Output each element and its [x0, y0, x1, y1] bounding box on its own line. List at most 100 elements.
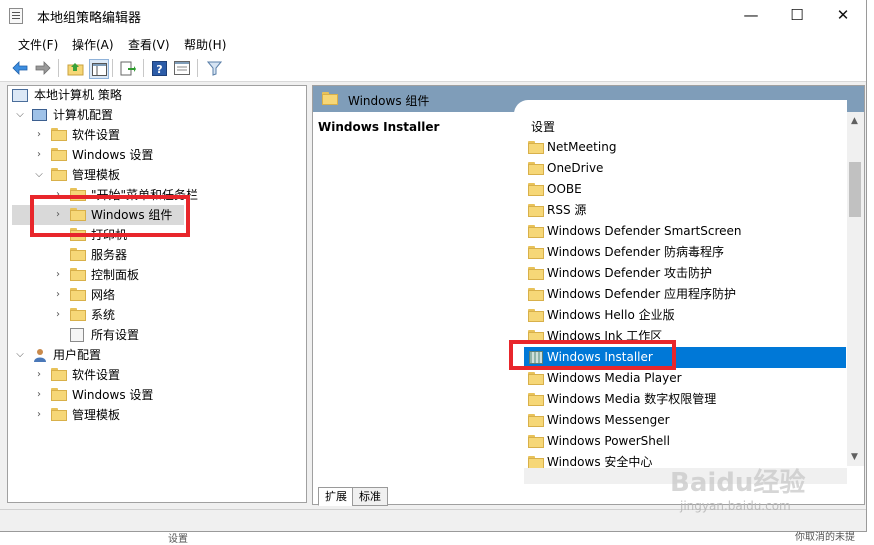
folder-icon [322, 92, 338, 105]
settings-item-label: Windows PowerShell [547, 434, 670, 448]
folder-icon [51, 368, 67, 381]
tree-label: 网络 [91, 288, 116, 302]
computer-policy-icon [12, 89, 28, 102]
settings-list-item[interactable]: Windows Media Player [524, 368, 846, 389]
settings-item-label: Windows Defender SmartScreen [547, 224, 742, 238]
settings-list-item[interactable]: Windows Defender 攻击防护 [524, 263, 846, 284]
folder-up-icon[interactable] [66, 59, 84, 77]
folder-icon [70, 268, 86, 281]
settings-item-label: OneDrive [547, 161, 604, 175]
settings-column-header[interactable]: 设置 [531, 118, 555, 135]
folder-icon [70, 308, 86, 321]
scrollbar-thumb[interactable] [849, 162, 861, 217]
background-text: 你取消的未提 [795, 532, 855, 543]
folder-icon [51, 408, 67, 421]
folder-icon [528, 267, 544, 280]
settings-list-item[interactable]: Windows Defender 应用程序防护 [524, 284, 846, 305]
policy-editor-icon [9, 8, 23, 24]
settings-list-item[interactable]: RSS 源 [524, 200, 846, 221]
folder-icon [51, 128, 67, 141]
maximize-button[interactable]: ☐ [774, 0, 820, 31]
list-panel-corner [514, 100, 847, 120]
folder-icon [528, 225, 544, 238]
background-text: 设置 [168, 534, 188, 545]
description-title: Windows Installer [318, 120, 440, 134]
settings-item-label: OOBE [547, 182, 582, 196]
settings-list-item[interactable]: Windows Defender 防病毒程序 [524, 242, 846, 263]
folder-icon [528, 372, 544, 385]
settings-list-item[interactable]: Windows PowerShell [524, 431, 846, 452]
folder-icon [528, 435, 544, 448]
tree-label: 服务器 [91, 248, 128, 262]
settings-item-label: Windows Media Player [547, 371, 682, 385]
menu-view[interactable]: 查看(V) [128, 36, 170, 53]
chevron-right-icon[interactable]: › [53, 265, 63, 285]
folder-icon [528, 141, 544, 154]
chevron-right-icon[interactable]: › [34, 365, 44, 385]
chevron-right-icon[interactable]: › [34, 405, 44, 425]
close-button[interactable]: ✕ [820, 0, 866, 31]
settings-item-label: Windows Messenger [547, 413, 670, 427]
toolbar-separator [143, 59, 144, 77]
chevron-right-icon[interactable]: › [53, 305, 63, 325]
highlight-box [509, 340, 676, 370]
minimize-button[interactable]: — [728, 0, 774, 31]
folder-icon [528, 162, 544, 175]
toolbar-separator [112, 59, 113, 77]
menu-help[interactable]: 帮助(H) [184, 36, 226, 53]
tree-label: 系统 [91, 308, 116, 322]
tree-label: 本地计算机 策略 [34, 88, 122, 102]
forward-arrow-icon[interactable] [34, 59, 52, 77]
watermark-url: jingyan.baidu.com [680, 499, 791, 513]
help-icon[interactable]: ? [150, 59, 168, 77]
settings-list-item[interactable]: OOBE [524, 179, 846, 200]
tree-label: 管理模板 [72, 168, 121, 182]
export-list-icon[interactable] [119, 59, 137, 77]
settings-list-item[interactable]: Windows Media 数字权限管理 [524, 389, 846, 410]
settings-list-item[interactable]: Windows Hello 企业版 [524, 305, 846, 326]
window-title: 本地组策略编辑器 [37, 11, 142, 26]
computer-icon [32, 109, 47, 121]
show-hide-tree-icon[interactable] [89, 59, 109, 79]
settings-list-item[interactable]: Windows Messenger [524, 410, 846, 431]
folder-icon [528, 309, 544, 322]
scroll-up-icon[interactable]: ▲ [851, 116, 858, 126]
chevron-down-icon[interactable]: ⌵ [15, 105, 25, 125]
chevron-down-icon[interactable]: ⌵ [34, 165, 44, 185]
folder-icon [51, 148, 67, 161]
tab-standard[interactable]: 标准 [352, 487, 388, 506]
tree-label: Windows 设置 [72, 388, 154, 402]
folder-icon [528, 414, 544, 427]
tree-label: Windows 设置 [72, 148, 154, 162]
back-arrow-icon[interactable] [11, 59, 29, 77]
folder-icon [51, 168, 67, 181]
settings-item-label: RSS 源 [547, 203, 587, 217]
chevron-right-icon[interactable]: › [34, 385, 44, 405]
settings-list-item[interactable]: Windows Defender SmartScreen [524, 221, 846, 242]
user-icon [33, 348, 47, 362]
tree-label: 软件设置 [72, 128, 121, 142]
chevron-right-icon[interactable]: › [53, 285, 63, 305]
settings-list-item[interactable]: OneDrive [524, 158, 846, 179]
watermark-brand: Baidu经验 [670, 468, 806, 498]
settings-item-label: Windows Hello 企业版 [547, 308, 675, 322]
tree-label: 管理模板 [72, 408, 121, 422]
menu-action[interactable]: 操作(A) [72, 36, 114, 53]
folder-icon [528, 183, 544, 196]
folder-icon [528, 204, 544, 217]
highlight-box [30, 195, 190, 237]
toolbar-separator [58, 59, 59, 77]
settings-list-item[interactable]: NetMeeting [524, 137, 846, 158]
tab-extended[interactable]: 扩展 [318, 487, 354, 506]
properties-icon[interactable] [173, 59, 191, 77]
settings-item-label: Windows Defender 防病毒程序 [547, 245, 724, 259]
folder-icon [528, 393, 544, 406]
tree-label: 用户配置 [53, 348, 102, 362]
chevron-down-icon[interactable]: ⌵ [15, 345, 25, 365]
scroll-down-icon[interactable]: ▼ [851, 452, 858, 462]
details-header-title: Windows 组件 [348, 94, 430, 108]
menu-file[interactable]: 文件(F) [18, 36, 58, 53]
filter-icon[interactable] [205, 59, 223, 77]
chevron-right-icon[interactable]: › [34, 145, 44, 165]
chevron-right-icon[interactable]: › [34, 125, 44, 145]
